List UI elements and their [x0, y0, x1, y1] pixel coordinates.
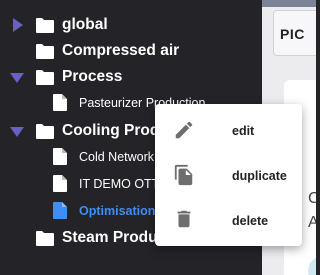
- expand-arrow-icon[interactable]: [10, 18, 26, 32]
- duplicate-menu-item[interactable]: duplicate: [155, 153, 302, 197]
- context-menu: edit duplicate delete: [155, 104, 302, 246]
- tree-item-label: Process: [62, 68, 123, 85]
- tree-item-global[interactable]: global: [0, 12, 262, 38]
- folder-icon: [36, 43, 54, 59]
- card-text: A: [308, 214, 316, 231]
- tree-item-label: IT DEMO OTT: [79, 177, 160, 191]
- card-text: C: [308, 190, 316, 207]
- delete-label: delete: [232, 214, 269, 228]
- edit-menu-item[interactable]: edit: [155, 108, 302, 152]
- file-icon: [53, 175, 71, 192]
- tree-item-label: Cold Network: [79, 150, 155, 164]
- file-icon: [53, 94, 71, 111]
- folder-icon: [36, 123, 54, 139]
- tree-item-label: global: [62, 16, 108, 33]
- folder-icon: [36, 230, 54, 246]
- tree-item-label: Compressed air: [62, 42, 180, 59]
- folder-icon: [36, 17, 54, 33]
- duplicate-label: duplicate: [232, 169, 287, 183]
- tree-item-compressed-air[interactable]: Compressed air: [0, 38, 262, 64]
- pencil-icon: [173, 119, 195, 141]
- trash-icon: [173, 208, 195, 230]
- edit-label: edit: [232, 124, 255, 138]
- top-bar: [262, 0, 316, 7]
- folder-icon: [36, 69, 54, 85]
- collapse-arrow-icon[interactable]: [9, 71, 25, 85]
- tree-item-process[interactable]: Process: [0, 64, 262, 90]
- duplicate-icon: [173, 164, 195, 186]
- file-icon: [53, 148, 71, 165]
- pic-button-label: PIC: [280, 26, 305, 42]
- file-icon: [53, 202, 71, 219]
- delete-menu-item[interactable]: delete: [155, 198, 302, 242]
- collapse-arrow-icon[interactable]: [9, 125, 25, 139]
- tree-item-label: Optimisation: [79, 204, 156, 218]
